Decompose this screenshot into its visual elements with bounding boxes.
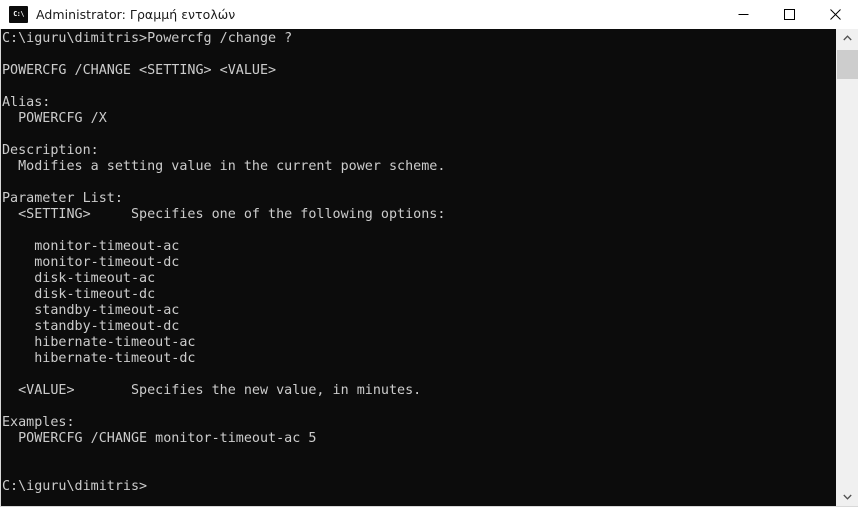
console-line: standby-timeout-dc bbox=[2, 319, 180, 334]
console-line: Description: bbox=[2, 143, 99, 158]
minimize-icon bbox=[738, 13, 748, 15]
window-title: Administrator: Γραμμή εντολών bbox=[36, 6, 236, 22]
maximize-button[interactable] bbox=[766, 0, 812, 29]
scrollbar-track[interactable] bbox=[837, 47, 858, 488]
vertical-scrollbar[interactable] bbox=[836, 29, 858, 506]
chevron-down-icon bbox=[843, 494, 852, 500]
console-line: hibernate-timeout-dc bbox=[2, 351, 196, 366]
console-line: POWERCFG /X bbox=[2, 111, 107, 126]
console-line: C:\iguru\dimitris> bbox=[2, 479, 148, 494]
console-line: <VALUE> Specifies the new value, in minu… bbox=[2, 383, 422, 398]
scroll-up-button[interactable] bbox=[837, 29, 858, 47]
console-line: POWERCFG /CHANGE monitor-timeout-ac 5 bbox=[2, 431, 317, 446]
title-bar[interactable]: C:\ Administrator: Γραμμή εντολών bbox=[0, 0, 858, 29]
console-line: disk-timeout-ac bbox=[2, 271, 156, 286]
console-line: Examples: bbox=[2, 415, 75, 430]
console-line: monitor-timeout-dc bbox=[2, 255, 180, 270]
scrollbar-thumb[interactable] bbox=[837, 50, 858, 79]
close-button[interactable] bbox=[812, 0, 858, 29]
cmd-icon: C:\ bbox=[9, 5, 28, 23]
close-icon bbox=[829, 8, 841, 20]
console-output[interactable]: C:\iguru\dimitris>Powercfg /change ? POWE… bbox=[1, 29, 836, 506]
console-line: C:\iguru\dimitris>Powercfg /change ? bbox=[2, 31, 293, 46]
console-line: hibernate-timeout-ac bbox=[2, 335, 196, 350]
command-prompt-window: C:\ Administrator: Γραμμή εντολών C:\igu… bbox=[0, 0, 858, 507]
maximize-icon bbox=[783, 8, 795, 20]
cmd-icon-glyph: C:\ bbox=[13, 9, 24, 18]
chevron-up-icon bbox=[843, 35, 852, 41]
console-line: Alias: bbox=[2, 95, 51, 110]
console-line: POWERCFG /CHANGE <SETTING> <VALUE> bbox=[2, 63, 277, 78]
console-line: Parameter List: bbox=[2, 191, 123, 206]
console-line: monitor-timeout-ac bbox=[2, 239, 180, 254]
console-area: C:\iguru\dimitris>Powercfg /change ? POWE… bbox=[0, 29, 858, 507]
minimize-button[interactable] bbox=[720, 0, 766, 29]
window-controls bbox=[720, 0, 858, 29]
console-line: disk-timeout-dc bbox=[2, 287, 156, 302]
scroll-down-button[interactable] bbox=[837, 488, 858, 506]
console-line: Modifies a setting value in the current … bbox=[2, 159, 446, 174]
console-line: <SETTING> Specifies one of the following… bbox=[2, 207, 446, 222]
console-line: standby-timeout-ac bbox=[2, 303, 180, 318]
